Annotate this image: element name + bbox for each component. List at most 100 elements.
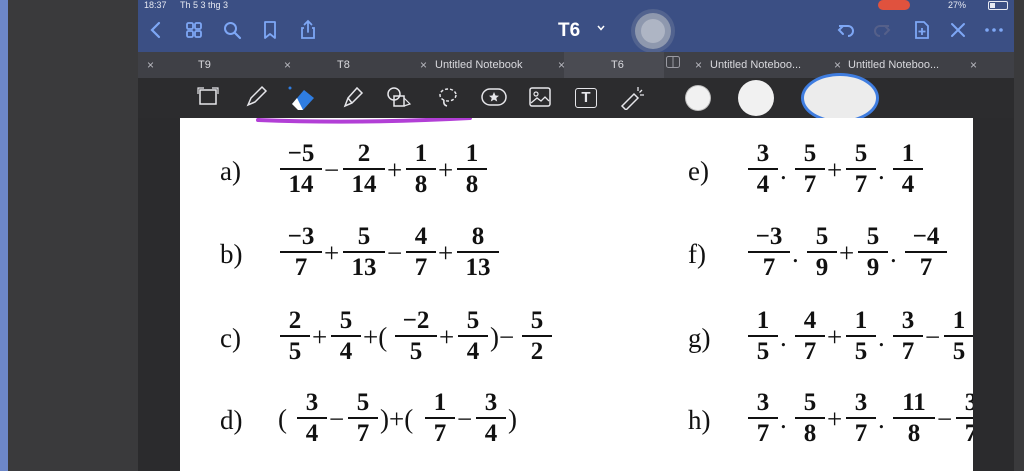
image-icon[interactable]: [526, 84, 554, 112]
chevron-down-icon[interactable]: [596, 23, 606, 36]
fraction: 14: [891, 140, 925, 198]
undo-icon[interactable]: [834, 18, 858, 42]
tab-t8[interactable]: T8: [337, 52, 350, 78]
exercise-label: c): [220, 323, 241, 353]
fraction-bar: [748, 251, 790, 253]
fraction: 54: [329, 307, 363, 365]
tab-untitled-notebook-2[interactable]: Untitled Noteboo...: [710, 52, 801, 78]
operator: .: [792, 238, 799, 268]
operator: +: [827, 404, 843, 434]
more-icon[interactable]: [982, 18, 1006, 42]
operator: +: [439, 322, 455, 352]
tab-close-icon[interactable]: ×: [834, 52, 841, 78]
numerator: 3: [484, 389, 498, 416]
denominator: 7: [356, 420, 370, 447]
screen-record-indicator[interactable]: [878, 0, 910, 10]
highlighter-icon[interactable]: [338, 84, 366, 112]
sticker-icon[interactable]: [480, 84, 508, 112]
fraction-bar: [406, 168, 436, 170]
fraction: 34: [474, 389, 508, 447]
shapes-icon[interactable]: [384, 84, 412, 112]
fraction: 11 8: [891, 389, 937, 447]
numerator: 4: [414, 223, 428, 250]
color-swatch-selected[interactable]: [804, 76, 876, 120]
toolbar: T: [138, 76, 1014, 120]
operator: −: [324, 155, 340, 185]
tab-close-icon[interactable]: ×: [284, 52, 291, 78]
nav-bar: T6: [138, 10, 1014, 52]
bookmark-icon[interactable]: [258, 18, 282, 42]
denominator: 8: [907, 420, 921, 447]
pen-icon[interactable]: [242, 84, 270, 112]
numerator: 5: [339, 307, 353, 334]
color-swatch-white[interactable]: [738, 80, 774, 116]
fraction-bar: [795, 417, 825, 419]
fraction-bar: [458, 335, 488, 337]
fraction: 47: [793, 307, 827, 365]
denominator: 14: [351, 171, 377, 198]
operator: −: [329, 404, 345, 434]
battery-percent: 27%: [948, 0, 967, 10]
back-icon[interactable]: [144, 18, 168, 42]
fraction: 18: [404, 140, 438, 198]
tab-t6[interactable]: T6: [611, 52, 624, 78]
operator: +(: [363, 322, 388, 352]
operator: )+(: [380, 404, 414, 434]
tab-close-icon[interactable]: ×: [558, 52, 565, 78]
fraction-bar: [795, 335, 825, 337]
color-swatch-white-small[interactable]: [686, 86, 710, 110]
notes-app: 18:37 Th 5 3 thg 3 27% T6 × T9 × T8 × Un…: [138, 0, 1014, 471]
scan-icon[interactable]: [194, 84, 222, 112]
share-icon[interactable]: [296, 18, 320, 42]
fraction-bar: [425, 417, 455, 419]
tab-t9[interactable]: T9: [198, 52, 211, 78]
laser-icon[interactable]: [618, 84, 646, 112]
fraction-bar: [905, 251, 947, 253]
denominator: 8: [465, 171, 479, 198]
fraction: 54: [456, 307, 490, 365]
text-icon[interactable]: T: [572, 84, 600, 112]
lasso-icon[interactable]: [434, 84, 462, 112]
exercise-label: b): [220, 239, 243, 269]
fraction-bar: [846, 417, 876, 419]
numerator: 3: [901, 307, 915, 334]
tab-close-icon[interactable]: ×: [420, 52, 427, 78]
exercise-f: f) −3 7. 5 9 +5 9. −4 7: [688, 223, 948, 287]
fraction: 25: [278, 307, 312, 365]
numerator: 1: [901, 140, 915, 167]
status-date: Th 5 3 thg 3: [180, 0, 229, 10]
tab-untitled-notebook[interactable]: Untitled Notebook: [435, 52, 522, 78]
pencil-status-button[interactable]: [635, 13, 671, 49]
denominator: 5: [288, 338, 302, 365]
grid-icon[interactable]: [182, 18, 206, 42]
operator: .: [780, 322, 787, 352]
numerator: 3: [964, 389, 973, 416]
denominator: 4: [484, 420, 498, 447]
fraction-bar: [348, 417, 378, 419]
add-page-icon[interactable]: [910, 18, 934, 42]
operator: )−: [490, 322, 515, 352]
tab-untitled-notebook-3[interactable]: Untitled Noteboo...: [848, 52, 939, 78]
status-bar: 18:37 Th 5 3 thg 3 27%: [138, 0, 1014, 10]
exercise-a: a) −5 14−2 14 +1 8 +1 8: [220, 140, 540, 204]
eraser-icon[interactable]: [286, 84, 314, 112]
denominator: 5: [409, 338, 423, 365]
tab-close-icon[interactable]: ×: [970, 52, 977, 78]
fraction: 2 14: [341, 140, 387, 198]
document-title[interactable]: T6: [558, 19, 580, 43]
operator: (: [278, 404, 287, 434]
split-view-icon[interactable]: [666, 52, 680, 78]
denominator: 9: [866, 254, 880, 281]
denominator: 4: [466, 338, 480, 365]
fraction: 59: [856, 223, 890, 281]
left-frame: [0, 0, 138, 471]
redo-icon[interactable]: [870, 18, 894, 42]
fraction-bar: [748, 417, 778, 419]
fraction: 57: [793, 140, 827, 198]
tab-close-icon[interactable]: ×: [695, 52, 702, 78]
search-icon[interactable]: [220, 18, 244, 42]
notebook-page[interactable]: a) −5 14−2 14 +1 8 +1 8 b) −3 7 +5 13−4 7 +8 13 c) 2 5 +5…: [180, 118, 973, 471]
tab-close-icon[interactable]: ×: [147, 52, 154, 78]
battery-icon: [988, 1, 1008, 10]
close-icon[interactable]: [946, 18, 970, 42]
